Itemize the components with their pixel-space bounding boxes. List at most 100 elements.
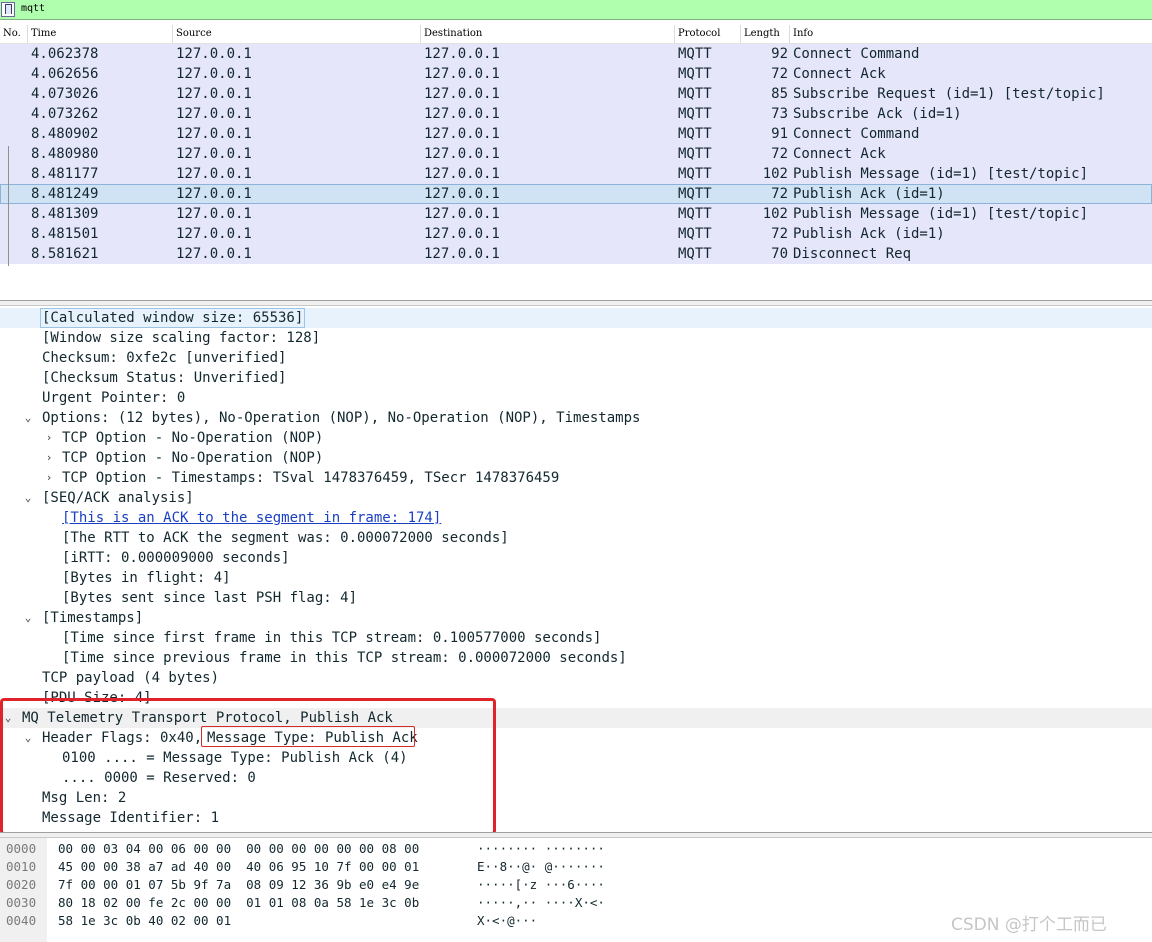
packet-source: 127.0.0.1 <box>176 206 252 222</box>
packet-source: 127.0.0.1 <box>176 226 252 242</box>
byte-hex: 00 00 03 04 00 06 00 00 00 00 00 00 00 0… <box>58 841 420 856</box>
tree-item-label: [iRTT: 0.000009000 seconds] <box>62 550 290 566</box>
tree-item-checksum-status[interactable]: [Checksum Status: Unverified] <box>0 368 1152 388</box>
tree-item-label: TCP Option - No-Operation (NOP) <box>62 430 324 446</box>
packet-protocol: MQTT <box>678 86 712 102</box>
byte-offset: 0040 <box>6 913 37 928</box>
packet-length: 72 <box>771 146 788 162</box>
chevron-right-icon[interactable]: › <box>43 468 55 488</box>
packet-length: 91 <box>771 126 788 142</box>
byte-row[interactable]: 0020 7f 00 00 01 07 5b 9f 7a 08 09 12 36 … <box>0 876 700 894</box>
tree-item-tcp-option-timestamps[interactable]: › TCP Option - Timestamps: TSval 1478376… <box>0 468 1152 488</box>
packet-protocol: MQTT <box>678 106 712 122</box>
packet-destination: 127.0.0.1 <box>424 46 500 62</box>
tree-item-bytes-in-flight[interactable]: [Bytes in flight: 4] <box>0 568 1152 588</box>
packet-row[interactable]: 8.481177 127.0.0.1 127.0.0.1 MQTT 102 Publish… <box>0 164 1152 184</box>
packet-row[interactable]: 4.062656 127.0.0.1 127.0.0.1 MQTT 72 Connect … <box>0 64 1152 84</box>
tree-item-time-since-previous[interactable]: [Time since previous frame in this TCP s… <box>0 648 1152 668</box>
tree-item-window-scaling[interactable]: [Window size scaling factor: 128] <box>0 328 1152 348</box>
packet-time: 8.481249 <box>31 186 99 202</box>
byte-row[interactable]: 0030 80 18 02 00 fe 2c 00 00 01 01 08 0a … <box>0 894 700 912</box>
column-header-info[interactable]: Info <box>790 25 1152 43</box>
byte-row[interactable]: 0000 00 00 03 04 00 06 00 00 00 00 00 00 … <box>0 840 700 858</box>
column-header-length[interactable]: Length <box>741 25 790 43</box>
packet-row[interactable]: 4.062378 127.0.0.1 127.0.0.1 MQTT 92 Connect … <box>0 44 1152 64</box>
packet-source: 127.0.0.1 <box>176 106 252 122</box>
packet-row[interactable]: 4.073262 127.0.0.1 127.0.0.1 MQTT 73 Subscrib… <box>0 104 1152 124</box>
packet-destination: 127.0.0.1 <box>424 66 500 82</box>
tree-item-rtt[interactable]: [The RTT to ACK the segment was: 0.00007… <box>0 528 1152 548</box>
bookmark-icon[interactable] <box>1 2 15 17</box>
tree-item-options[interactable]: ⌄ Options: (12 bytes), No-Operation (NOP… <box>0 408 1152 428</box>
packet-length: 72 <box>771 186 788 202</box>
display-filter-bar[interactable]: mqtt <box>0 0 1152 20</box>
tree-item-checksum[interactable]: Checksum: 0xfe2c [unverified] <box>0 348 1152 368</box>
packet-length: 102 <box>762 206 788 222</box>
packet-protocol: MQTT <box>678 46 712 62</box>
column-header-no[interactable]: No. <box>0 25 28 43</box>
packet-row[interactable]: 8.581621 127.0.0.1 127.0.0.1 MQTT 70 Disconne… <box>0 244 1152 264</box>
packet-time: 8.481309 <box>31 206 99 222</box>
packet-info: Subscribe Request (id=1) [test/topic] <box>793 86 1105 102</box>
packet-source: 127.0.0.1 <box>176 66 252 82</box>
column-header-destination[interactable]: Destination <box>421 25 675 43</box>
byte-row[interactable]: 0010 45 00 00 38 a7 ad 40 00 40 06 95 10 … <box>0 858 700 876</box>
tree-item-tcp-option-nop-1[interactable]: › TCP Option - No-Operation (NOP) <box>0 428 1152 448</box>
packet-row[interactable]: 8.480902 127.0.0.1 127.0.0.1 MQTT 91 Connect … <box>0 124 1152 144</box>
packet-info: Publish Ack (id=1) <box>793 226 945 242</box>
tree-item-urgent-pointer[interactable]: Urgent Pointer: 0 <box>0 388 1152 408</box>
column-header-time[interactable]: Time <box>28 25 173 43</box>
packet-rows: 4.062378 127.0.0.1 127.0.0.1 MQTT 92 Connect … <box>0 44 1152 264</box>
chevron-down-icon[interactable]: ⌄ <box>22 608 34 628</box>
packet-list-header: No. Time Source Destination Protocol Len… <box>0 25 1152 44</box>
chevron-down-icon[interactable]: ⌄ <box>22 408 34 428</box>
tree-item-label: TCP Option - Timestamps: TSval 147837645… <box>62 470 560 486</box>
packet-protocol: MQTT <box>678 186 712 202</box>
packet-list[interactable]: No. Time Source Destination Protocol Len… <box>0 20 1152 302</box>
column-header-source[interactable]: Source <box>173 25 421 43</box>
packet-time: 8.581621 <box>31 246 99 262</box>
packet-protocol: MQTT <box>678 166 712 182</box>
packet-time: 8.480980 <box>31 146 99 162</box>
column-header-protocol[interactable]: Protocol <box>675 25 741 43</box>
tree-item-label: TCP Option - No-Operation (NOP) <box>62 450 324 466</box>
packet-length: 72 <box>771 226 788 242</box>
packet-destination: 127.0.0.1 <box>424 186 500 202</box>
tree-item-tcp-payload[interactable]: TCP payload (4 bytes) <box>0 668 1152 688</box>
tree-item-label: [Time since previous frame in this TCP s… <box>62 650 627 666</box>
tree-item-tcp-option-nop-2[interactable]: › TCP Option - No-Operation (NOP) <box>0 448 1152 468</box>
chevron-right-icon[interactable]: › <box>43 448 55 468</box>
packet-destination: 127.0.0.1 <box>424 146 500 162</box>
packet-info: Connect Ack <box>793 146 886 162</box>
frame-link[interactable]: [This is an ACK to the segment in frame:… <box>62 508 441 528</box>
packet-row[interactable]: 4.073026 127.0.0.1 127.0.0.1 MQTT 85 Subscrib… <box>0 84 1152 104</box>
packet-info: Connect Command <box>793 126 920 142</box>
tree-item-ack-frame-link[interactable]: [This is an ACK to the segment in frame:… <box>0 508 1152 528</box>
tree-item-label: [Checksum Status: Unverified] <box>42 370 287 386</box>
packet-time: 4.073262 <box>31 106 99 122</box>
tree-item-calculated-window-size[interactable]: [Calculated window size: 65536] <box>0 308 1152 328</box>
packet-length: 72 <box>771 66 788 82</box>
packet-source: 127.0.0.1 <box>176 166 252 182</box>
packet-protocol: MQTT <box>678 226 712 242</box>
tree-item-irtt[interactable]: [iRTT: 0.000009000 seconds] <box>0 548 1152 568</box>
display-filter-input[interactable]: mqtt <box>21 3 45 14</box>
related-packet-line <box>8 146 9 266</box>
packet-info: Connect Command <box>793 46 920 62</box>
packet-row-selected[interactable]: 8.481249 127.0.0.1 127.0.0.1 MQTT 72 Publish … <box>0 184 1152 204</box>
tree-item-seq-ack-analysis[interactable]: ⌄ [SEQ/ACK analysis] <box>0 488 1152 508</box>
packet-protocol: MQTT <box>678 246 712 262</box>
packet-row[interactable]: 8.481501 127.0.0.1 127.0.0.1 MQTT 72 Publish … <box>0 224 1152 244</box>
packet-row[interactable]: 8.481309 127.0.0.1 127.0.0.1 MQTT 102 Publish… <box>0 204 1152 224</box>
tree-item-bytes-since-psh[interactable]: [Bytes sent since last PSH flag: 4] <box>0 588 1152 608</box>
tree-item-label: [The RTT to ACK the segment was: 0.00007… <box>62 530 509 546</box>
packet-row[interactable]: 8.480980 127.0.0.1 127.0.0.1 MQTT 72 Connect … <box>0 144 1152 164</box>
pane-splitter-top[interactable] <box>0 300 1152 306</box>
watermark-text: CSDN @打个工而已 <box>951 915 1107 935</box>
byte-row[interactable]: 0040 58 1e 3c 0b 40 02 00 01 X·<·@··· <box>0 912 700 930</box>
byte-ascii: ·····[·z ···6···· <box>477 877 605 892</box>
tree-item-timestamps[interactable]: ⌄ [Timestamps] <box>0 608 1152 628</box>
chevron-right-icon[interactable]: › <box>43 428 55 448</box>
tree-item-time-since-first[interactable]: [Time since first frame in this TCP stre… <box>0 628 1152 648</box>
chevron-down-icon[interactable]: ⌄ <box>22 488 34 508</box>
